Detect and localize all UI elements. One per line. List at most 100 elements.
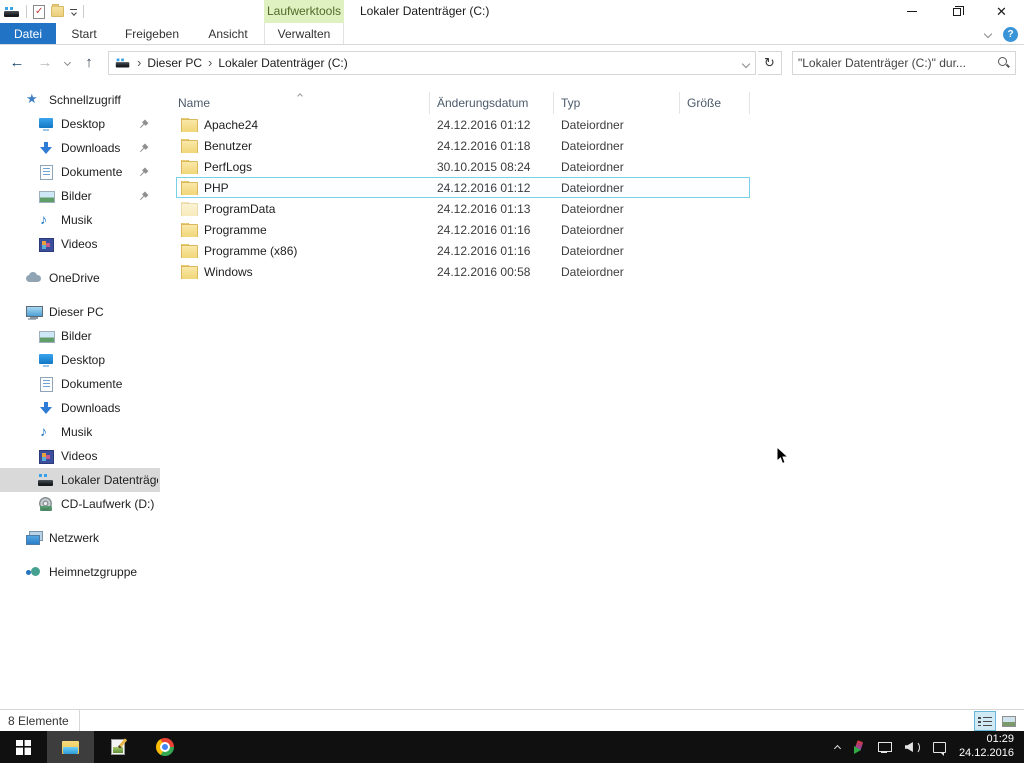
refresh-button[interactable]: ↻ <box>758 51 782 75</box>
clock-date: 24.12.2016 <box>959 747 1014 761</box>
tab-start[interactable]: Start <box>56 23 112 44</box>
file-modified: 24.12.2016 01:13 <box>430 202 554 216</box>
file-row[interactable]: Windows 24.12.2016 00:58 Dateiordner <box>176 261 750 282</box>
tab-file[interactable]: Datei <box>0 23 56 44</box>
sidebar-item[interactable]: CD-Laufwerk (D:) J_ <box>0 492 160 516</box>
tray-app-icon[interactable] <box>853 741 865 754</box>
breadcrumb[interactable]: › Dieser PC › Lokaler Datenträger (C:) <box>108 51 756 75</box>
file-type: Dateiordner <box>554 160 680 174</box>
network-tray-icon[interactable] <box>878 742 892 753</box>
address-bar: ← → ↑ › Dieser PC › Lokaler Datenträger … <box>0 45 1024 80</box>
ribbon-collapse-icon[interactable] <box>984 30 992 38</box>
document-icon <box>38 377 54 391</box>
sidebar-item[interactable]: Downloads <box>0 136 160 160</box>
file-row[interactable]: Programme (x86) 24.12.2016 01:16 Dateior… <box>176 240 750 261</box>
sidebar-item[interactable]: Dieser PC <box>0 300 160 324</box>
help-icon[interactable]: ? <box>1003 27 1018 42</box>
properties-icon[interactable] <box>33 5 45 19</box>
sidebar-item[interactable]: Downloads <box>0 396 160 420</box>
thumbnails-view-button[interactable] <box>998 711 1020 731</box>
main-area: Schnellzugriff Desktop Downloads <box>0 80 1024 709</box>
column-header-size[interactable]: Größe <box>680 92 750 114</box>
file-row[interactable]: ProgramData 24.12.2016 01:13 Dateiordner <box>176 198 750 219</box>
view-toggles <box>974 710 1020 732</box>
file-type: Dateiordner <box>554 202 680 216</box>
sidebar-item[interactable]: Heimnetzgruppe <box>0 560 160 584</box>
videos-icon <box>38 449 54 463</box>
file-type: Dateiordner <box>554 139 680 153</box>
file-row[interactable]: PerfLogs 30.10.2015 08:24 Dateiordner <box>176 156 750 177</box>
customize-toolbar-icon[interactable] <box>70 9 77 15</box>
breadcrumb-separator: › <box>208 55 212 70</box>
taskbar-explorer-button[interactable] <box>47 731 94 763</box>
tab-share[interactable]: Freigeben <box>112 23 192 44</box>
breadcrumb-current[interactable]: Lokaler Datenträger (C:) <box>218 56 347 70</box>
folder-icon <box>181 119 196 131</box>
file-type: Dateiordner <box>554 181 680 195</box>
sidebar-item[interactable]: Bilder <box>0 324 160 348</box>
file-type: Dateiordner <box>554 265 680 279</box>
editor-icon <box>111 739 125 755</box>
column-header-type[interactable]: Typ <box>554 92 680 114</box>
file-row[interactable]: Programme 24.12.2016 01:16 Dateiordner <box>176 219 750 240</box>
restore-button[interactable] <box>934 0 979 23</box>
sidebar-item[interactable]: Dokumente <box>0 160 160 184</box>
sidebar-item-label: Downloads <box>61 401 120 415</box>
pin-icon <box>137 190 150 203</box>
sidebar-item[interactable]: Schnellzugriff <box>0 88 160 112</box>
sidebar-item[interactable]: Netzwerk <box>0 526 160 550</box>
search-box[interactable] <box>792 51 1016 75</box>
breadcrumb-this-pc[interactable]: Dieser PC <box>147 56 202 70</box>
sidebar-item[interactable]: Lokaler Datenträger (C:) <box>0 468 160 492</box>
music-icon <box>38 425 54 439</box>
minimize-button[interactable] <box>889 0 934 23</box>
document-icon <box>38 165 54 179</box>
volume-icon[interactable] <box>905 741 920 753</box>
sidebar-item[interactable]: Desktop <box>0 348 160 372</box>
tab-manage[interactable]: Verwalten <box>264 23 344 44</box>
thumbnails-view-icon <box>1002 716 1016 727</box>
sidebar-item[interactable]: Desktop <box>0 112 160 136</box>
details-view-button[interactable] <box>974 711 996 731</box>
up-button[interactable]: ↑ <box>76 51 102 75</box>
sidebar-item[interactable]: Musik <box>0 420 160 444</box>
desktop-icon <box>38 117 54 131</box>
file-row[interactable]: Benutzer 24.12.2016 01:18 Dateiordner <box>176 135 750 156</box>
item-count: 8 Elemente <box>8 714 69 728</box>
tab-view[interactable]: Ansicht <box>192 23 264 44</box>
sidebar-item[interactable]: Bilder <box>0 184 160 208</box>
address-dropdown-icon[interactable] <box>743 56 749 70</box>
new-folder-icon[interactable] <box>51 6 64 17</box>
file-row[interactable]: Apache24 24.12.2016 01:12 Dateiordner <box>176 114 750 135</box>
search-input[interactable] <box>798 56 993 70</box>
sidebar-item[interactable]: Dokumente <box>0 372 160 396</box>
sidebar-item-label: Downloads <box>61 141 120 155</box>
pictures-icon <box>38 189 54 203</box>
divider <box>83 5 84 18</box>
recent-locations-icon[interactable] <box>60 51 74 75</box>
file-name: Programme <box>204 223 267 237</box>
taskbar-editor-button[interactable] <box>94 731 141 763</box>
back-button[interactable]: ← <box>4 51 30 75</box>
sidebar-item[interactable]: Videos <box>0 444 160 468</box>
start-button[interactable] <box>0 731 47 763</box>
sidebar-item[interactable]: OneDrive <box>0 266 160 290</box>
sidebar-item[interactable]: Musik <box>0 208 160 232</box>
forward-button[interactable]: → <box>32 51 58 75</box>
taskbar-chrome-button[interactable] <box>141 731 188 763</box>
file-name: ProgramData <box>204 202 275 216</box>
column-header-modified[interactable]: Änderungsdatum <box>430 92 554 114</box>
file-modified: 24.12.2016 01:16 <box>430 244 554 258</box>
sidebar-item-label: OneDrive <box>49 271 100 285</box>
sidebar-item[interactable]: Videos <box>0 232 160 256</box>
search-icon[interactable] <box>997 56 1010 69</box>
quick-access-icon <box>26 93 42 107</box>
close-button[interactable]: ✕ <box>979 0 1024 23</box>
notifications-icon[interactable] <box>933 742 946 753</box>
file-row[interactable]: PHP 24.12.2016 01:12 Dateiordner <box>176 177 750 198</box>
sidebar-item-label: Dieser PC <box>49 305 104 319</box>
taskbar-clock[interactable]: 01:29 24.12.2016 <box>959 733 1014 761</box>
show-hidden-icons-icon[interactable] <box>835 740 840 754</box>
clock-time: 01:29 <box>959 733 1014 747</box>
pin-icon <box>137 166 150 179</box>
